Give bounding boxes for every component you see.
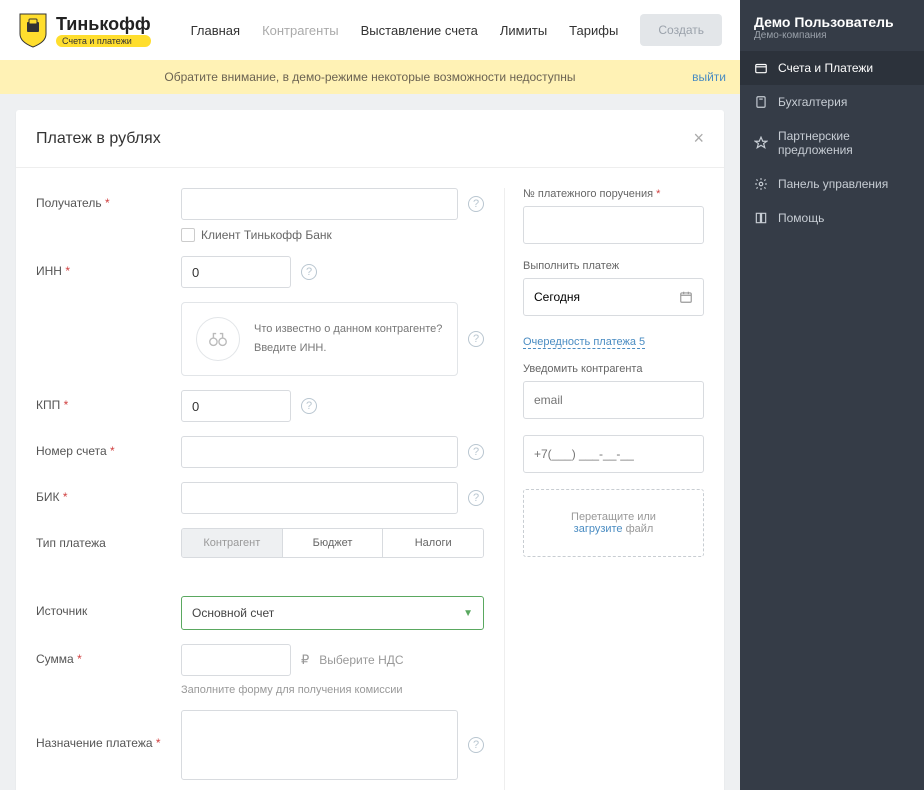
source-select[interactable]: Основной счет ▼ bbox=[181, 596, 484, 630]
app-header: Тинькофф Счета и платежи Главная Контраг… bbox=[0, 0, 740, 60]
book-icon bbox=[754, 211, 768, 225]
payment-card: Платеж в рублях × Получатель * ? Клиент … bbox=[16, 110, 724, 790]
seg-taxes[interactable]: Налоги bbox=[382, 529, 483, 557]
nav-invoicing[interactable]: Выставление счета bbox=[361, 23, 478, 38]
dropzone-text2: файл bbox=[623, 523, 654, 535]
clipboard-icon bbox=[754, 95, 768, 109]
source-value: Основной счет bbox=[192, 606, 274, 620]
user-name: Демо Пользователь bbox=[754, 14, 910, 30]
source-label: Источник bbox=[36, 604, 87, 618]
inn-input[interactable] bbox=[181, 256, 291, 288]
nav-home[interactable]: Главная bbox=[191, 23, 240, 38]
help-icon[interactable]: ? bbox=[301, 398, 317, 414]
sidebar-item-label: Партнерские предложения bbox=[778, 129, 910, 157]
recipient-input[interactable] bbox=[181, 188, 458, 220]
nav-tariffs[interactable]: Тарифы bbox=[569, 23, 618, 38]
notice-text: Обратите внимание, в демо-режиме некотор… bbox=[164, 70, 575, 84]
sum-input[interactable] bbox=[181, 644, 291, 676]
create-button[interactable]: Создать bbox=[640, 14, 722, 46]
sidebar-item-partners[interactable]: Партнерские предложения bbox=[740, 119, 924, 167]
payment-type-segment: Контрагент Бюджет Налоги bbox=[181, 528, 484, 558]
exec-date-value: Сегодня bbox=[534, 290, 580, 304]
exit-link[interactable]: выйти bbox=[692, 70, 726, 84]
info-question: Что известно о данном контрагенте? bbox=[254, 322, 442, 337]
chevron-down-icon: ▼ bbox=[463, 608, 473, 619]
help-icon[interactable]: ? bbox=[468, 444, 484, 460]
client-checkbox-label: Клиент Тинькофф Банк bbox=[201, 228, 332, 242]
notify-email-input[interactable] bbox=[523, 381, 704, 419]
sidebar-item-dashboard[interactable]: Панель управления bbox=[740, 167, 924, 201]
sum-label: Сумма bbox=[36, 652, 74, 666]
file-dropzone[interactable]: Перетащите или загрузите файл bbox=[523, 489, 704, 557]
sidebar-item-help[interactable]: Помощь bbox=[740, 201, 924, 235]
help-icon[interactable]: ? bbox=[301, 264, 317, 280]
inn-label: ИНН bbox=[36, 264, 62, 278]
nav-counterparties[interactable]: Контрагенты bbox=[262, 23, 339, 38]
counterparty-info-box: Что известно о данном контрагенте? Введи… bbox=[181, 302, 458, 376]
exec-date-picker[interactable]: Сегодня bbox=[523, 278, 704, 316]
help-icon[interactable]: ? bbox=[468, 331, 484, 347]
wallet-icon bbox=[754, 61, 768, 75]
info-hint: Введите ИНН. bbox=[254, 341, 442, 356]
help-icon[interactable]: ? bbox=[468, 196, 484, 212]
card-title: Платеж в рублях bbox=[36, 130, 161, 148]
vat-select[interactable]: Выберите НДС bbox=[319, 653, 403, 667]
order-no-label: № платежного поручения bbox=[523, 188, 653, 200]
purpose-textarea[interactable] bbox=[181, 710, 458, 780]
seg-counterparty[interactable]: Контрагент bbox=[182, 529, 282, 557]
brand-tagline: Счета и платежи bbox=[56, 35, 151, 47]
account-input[interactable] bbox=[181, 436, 458, 468]
calendar-icon bbox=[679, 290, 693, 304]
main-nav: Главная Контрагенты Выставление счета Ли… bbox=[191, 23, 619, 38]
logo[interactable]: Тинькофф Счета и платежи bbox=[18, 12, 151, 48]
kpp-input[interactable] bbox=[181, 390, 291, 422]
seg-budget[interactable]: Бюджет bbox=[282, 529, 383, 557]
bik-input[interactable] bbox=[181, 482, 458, 514]
nav-limits[interactable]: Лимиты bbox=[500, 23, 547, 38]
ptype-label: Тип платежа bbox=[36, 536, 106, 550]
recipient-label: Получатель bbox=[36, 196, 102, 210]
help-icon[interactable]: ? bbox=[468, 490, 484, 506]
kpp-label: КПП bbox=[36, 398, 60, 412]
dropzone-text1: Перетащите или bbox=[571, 511, 656, 523]
gear-icon bbox=[754, 177, 768, 191]
right-sidebar: Демо Пользователь Демо-компания Счета и … bbox=[740, 0, 924, 790]
commission-hint: Заполните форму для получения комиссии bbox=[181, 684, 484, 696]
exec-label: Выполнить платеж bbox=[523, 260, 704, 272]
ruble-icon: ₽ bbox=[301, 652, 309, 668]
sidebar-item-label: Бухгалтерия bbox=[778, 95, 847, 109]
notify-label: Уведомить контрагента bbox=[523, 363, 704, 375]
sidebar-item-label: Помощь bbox=[778, 211, 824, 225]
brand-name: Тинькофф bbox=[56, 14, 151, 35]
sidebar-item-accounting[interactable]: Бухгалтерия bbox=[740, 85, 924, 119]
sidebar-item-label: Панель управления bbox=[778, 177, 888, 191]
purpose-label: Назначение платежа bbox=[36, 736, 153, 750]
account-label: Номер счета bbox=[36, 444, 107, 458]
client-checkbox[interactable] bbox=[181, 228, 195, 242]
bik-label: БИК bbox=[36, 490, 60, 504]
sidebar-item-accounts[interactable]: Счета и Платежи bbox=[740, 51, 924, 85]
sidebar-item-label: Счета и Платежи bbox=[778, 61, 873, 75]
binoculars-icon bbox=[196, 317, 240, 361]
star-icon bbox=[754, 136, 768, 150]
shield-icon bbox=[18, 12, 48, 48]
dropzone-upload-link[interactable]: загрузите bbox=[574, 523, 623, 535]
demo-notice: Обратите внимание, в демо-режиме некотор… bbox=[0, 60, 740, 94]
order-no-input[interactable] bbox=[523, 206, 704, 244]
priority-link[interactable]: Очередность платежа 5 bbox=[523, 336, 645, 349]
close-icon[interactable]: × bbox=[693, 128, 704, 149]
notify-phone-input[interactable] bbox=[523, 435, 704, 473]
user-company: Демо-компания bbox=[754, 30, 910, 41]
help-icon[interactable]: ? bbox=[468, 737, 484, 753]
